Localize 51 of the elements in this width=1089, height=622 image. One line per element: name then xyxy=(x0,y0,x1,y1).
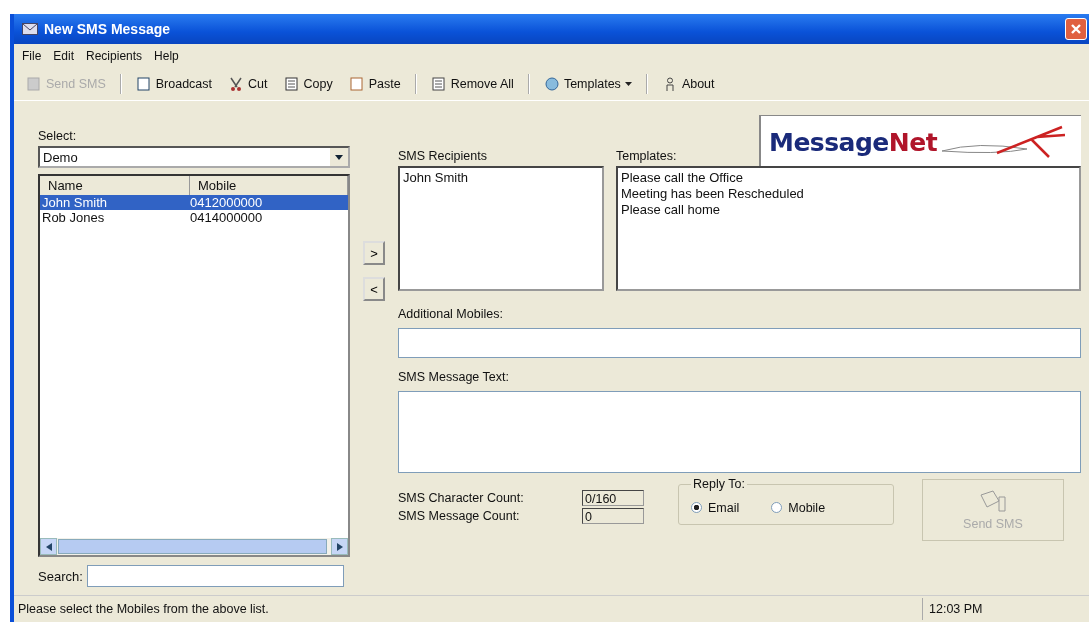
additional-mobiles-label: Additional Mobiles: xyxy=(398,307,504,321)
count-value: 0 xyxy=(582,508,644,524)
toolbar-button[interactable]: Cut xyxy=(222,74,274,94)
templates-label: Templates: xyxy=(616,149,678,163)
message-text-field[interactable] xyxy=(398,391,1081,473)
count-label: SMS Message Count: xyxy=(398,509,521,523)
recipient-item[interactable]: John Smith xyxy=(403,170,599,186)
reply-radio[interactable]: Mobile xyxy=(771,500,826,515)
toolbar-button[interactable]: Copy xyxy=(277,74,339,94)
contact-row[interactable]: John Smith 0412000000 xyxy=(40,195,348,210)
menu-item[interactable]: Recipients xyxy=(86,49,143,63)
template-item[interactable]: Please call the Office xyxy=(621,170,1076,186)
close-button[interactable] xyxy=(1065,18,1087,40)
count-label: SMS Character Count: xyxy=(398,491,525,505)
envelope-icon xyxy=(22,23,38,35)
search-label: Search: xyxy=(38,568,83,584)
message-text-label: SMS Message Text: xyxy=(398,370,510,384)
reply-radio[interactable]: Email xyxy=(691,500,740,515)
dropdown-arrow-icon xyxy=(335,154,343,160)
template-item[interactable]: Meeting has been Rescheduled xyxy=(621,186,1076,202)
toolbar-button[interactable]: Templates xyxy=(537,74,638,94)
toolbar-button[interactable]: About xyxy=(655,74,721,94)
menu-item[interactable]: File xyxy=(22,49,42,63)
recipients-label: SMS Recipients xyxy=(398,149,488,163)
toolbar-button[interactable]: Broadcast xyxy=(129,74,219,94)
close-icon xyxy=(1070,23,1082,35)
contact-row[interactable]: Rob Jones 0414000000 xyxy=(40,210,348,225)
additional-mobiles-field[interactable] xyxy=(398,328,1081,358)
count-value: 0/160 xyxy=(582,490,644,506)
group-dropdown[interactable]: Demo xyxy=(38,146,350,168)
globe-icon xyxy=(543,76,560,92)
move-button[interactable]: > xyxy=(363,241,385,265)
horizontal-scrollbar[interactable] xyxy=(40,538,348,555)
pages-icon xyxy=(283,76,300,92)
toolbar-button[interactable]: Remove All xyxy=(424,74,520,94)
left-arrow-icon xyxy=(45,542,52,551)
template-item[interactable]: Please call home xyxy=(621,202,1076,218)
select-label: Select: xyxy=(38,129,78,143)
toolbar-button[interactable]: Paste xyxy=(342,74,407,94)
scissors-icon xyxy=(228,76,245,92)
right-arrow-icon xyxy=(336,542,343,551)
list-icon xyxy=(430,76,447,92)
menu-item[interactable]: Help xyxy=(154,49,179,63)
move-button[interactable]: < xyxy=(363,277,385,301)
status-message: Please select the Mobiles from the above list. xyxy=(18,602,269,616)
logo: MessageNet xyxy=(769,128,938,157)
reply-to-label: Reply To: xyxy=(692,477,746,491)
menu-item[interactable]: Edit xyxy=(53,49,75,63)
search-field[interactable] xyxy=(86,565,344,587)
status-time: 12:03 PM xyxy=(922,598,1079,620)
window-title: New SMS Message xyxy=(44,21,172,37)
